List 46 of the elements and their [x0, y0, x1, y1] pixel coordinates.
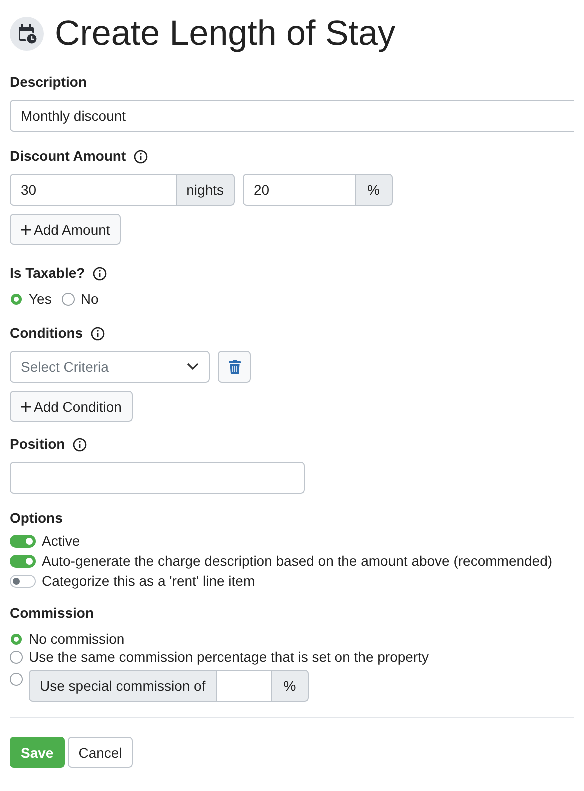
- radio-label: No: [80, 291, 99, 307]
- radio-button[interactable]: [62, 292, 75, 306]
- radio-label: Yes: [29, 291, 52, 307]
- info-icon[interactable]: [73, 438, 88, 452]
- toggle-switch[interactable]: [10, 574, 36, 588]
- toggle-switch[interactable]: [10, 534, 36, 548]
- calendar-clock-icon: [10, 17, 44, 51]
- position-field[interactable]: [10, 462, 305, 494]
- section-label: Options: [10, 510, 63, 527]
- toggle-label: Active: [42, 533, 80, 549]
- chevron-down-icon: [187, 363, 199, 371]
- info-icon[interactable]: [134, 150, 148, 164]
- section-label: Commission: [10, 605, 94, 622]
- toggle-switch[interactable]: [10, 554, 36, 568]
- info-icon[interactable]: [91, 326, 106, 340]
- nights-field[interactable]: 30: [10, 174, 177, 206]
- page-title: Create Length of Stay: [55, 14, 396, 54]
- radio-button[interactable]: [10, 673, 23, 686]
- radio-label: Use the same commission percentage that is set on the property: [29, 649, 429, 665]
- field-label: Discount Amount: [10, 148, 126, 165]
- percent-addon: %: [356, 174, 393, 206]
- field-label: Description: [10, 74, 88, 91]
- radio-button[interactable]: [11, 294, 22, 304]
- commission-field[interactable]: [216, 670, 272, 702]
- add-amount-button[interactable]: Add Amount: [10, 214, 122, 245]
- percent-field[interactable]: 20: [243, 174, 356, 206]
- plus-icon: [21, 402, 31, 412]
- toggle-label: Auto-generate the charge description based on the amount above (recommended): [42, 553, 553, 569]
- radio-button[interactable]: [11, 634, 22, 644]
- field-label: Conditions: [10, 325, 84, 342]
- plus-icon: [21, 224, 31, 234]
- percent-addon: %: [272, 670, 310, 702]
- nights-addon: nights: [176, 174, 235, 206]
- add-condition-button[interactable]: Add Condition: [10, 391, 133, 422]
- toggle-label: Categorize this as a 'rent' line item: [42, 573, 256, 589]
- trash-icon: [228, 360, 240, 374]
- radio-label: No commission: [29, 631, 125, 647]
- commission-addon: Use special commission of: [29, 670, 217, 702]
- cancel-button[interactable]: Cancel: [68, 737, 134, 768]
- delete-button[interactable]: [218, 351, 251, 383]
- description-field[interactable]: Monthly discount: [10, 100, 574, 132]
- radio-button[interactable]: [10, 650, 23, 664]
- criteria-select[interactable]: Select Criteria: [10, 351, 210, 383]
- field-label: Position: [10, 436, 66, 453]
- info-icon[interactable]: [93, 266, 108, 280]
- field-label: Is Taxable?: [10, 265, 86, 282]
